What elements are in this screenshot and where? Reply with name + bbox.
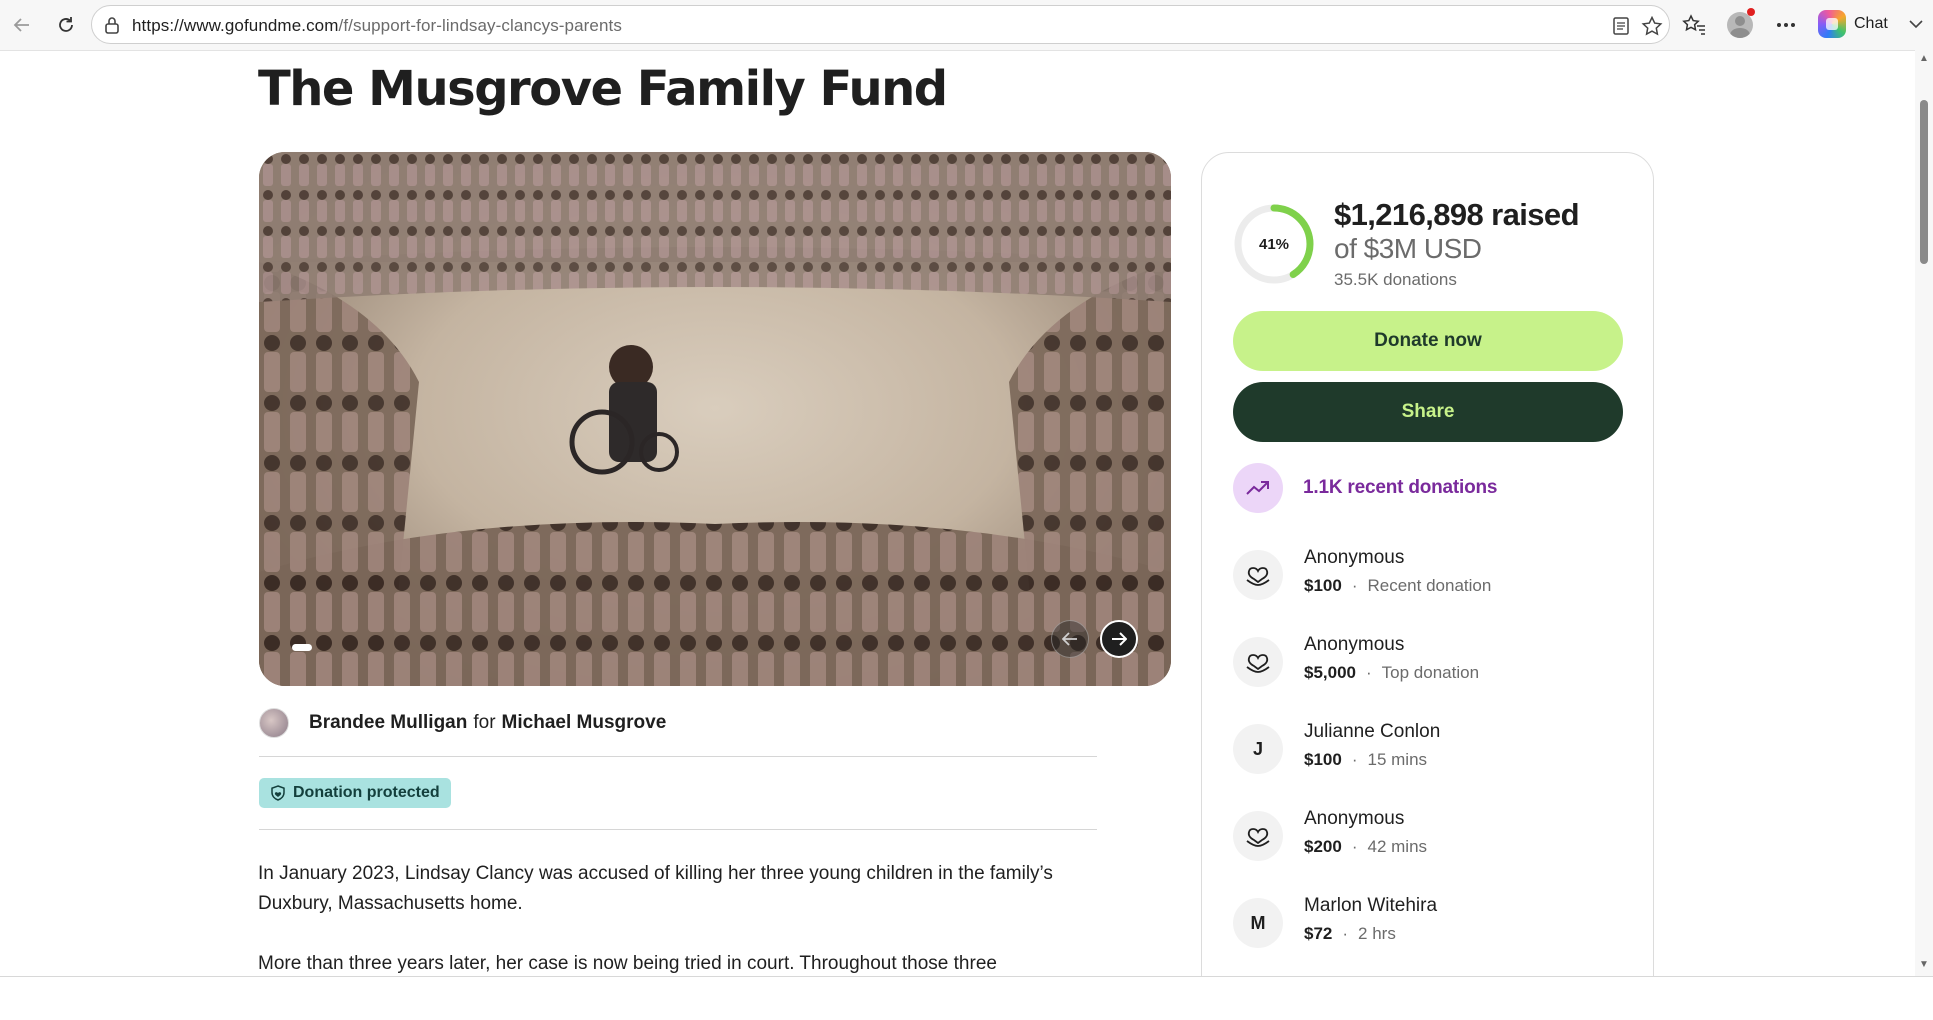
donation-heart-icon (1233, 550, 1283, 600)
reload-button[interactable] (53, 12, 79, 38)
arrow-left-icon (1062, 632, 1077, 646)
scroll-down-arrow[interactable]: ▼ (1918, 960, 1930, 970)
favorites-button[interactable] (1681, 12, 1707, 38)
donor-item: J Julianne Conlon $100 · 15 mins (1233, 721, 1633, 776)
donation-amount: $72 (1304, 924, 1333, 943)
browser-toolbar: https://www.gofundme.com/f/support-for-l… (0, 0, 1933, 50)
donor-name: Anonymous (1304, 808, 1405, 829)
scroll-thumb[interactable] (1920, 100, 1928, 264)
url-text[interactable]: https://www.gofundme.com/f/support-for-l… (132, 16, 622, 36)
donations-count: 35.5K donations (1334, 270, 1457, 289)
donation-card: 41% $1,216,898 raised of $3M USD 35.5K d… (1201, 152, 1654, 976)
story-paragraph: In January 2023, Lindsay Clancy was accu… (258, 863, 1053, 914)
donor-name: Anonymous (1304, 547, 1405, 568)
donor-item: Anonymous $5,000 · Top donation (1233, 634, 1633, 689)
donation-amount: $5,000 (1304, 663, 1356, 682)
donation-note: Top donation (1381, 663, 1480, 682)
donate-now-button[interactable]: Donate now (1233, 311, 1623, 371)
lock-icon[interactable] (104, 16, 120, 34)
donation-note: 42 mins (1367, 837, 1428, 856)
donation-amount: $100 (1304, 750, 1342, 769)
more-icon (1777, 23, 1795, 27)
recent-donations-link[interactable]: 1.1K recent donations (1233, 463, 1497, 513)
donor-initial-avatar: M (1233, 898, 1283, 948)
chat-label: Chat (1854, 15, 1888, 32)
reading-view-icon[interactable] (1610, 16, 1632, 36)
url-path: /f/support-for-lindsay-clancys-parents (338, 16, 622, 35)
star-icon[interactable] (1641, 16, 1663, 36)
story-paragraph: More than three years later, her case is… (258, 953, 997, 974)
campaign-story: In January 2023, Lindsay Clancy was accu… (258, 859, 1118, 976)
recent-donations-icon-wrap (1233, 463, 1283, 513)
favorites-icon (1682, 14, 1705, 35)
page-scrollbar[interactable]: ▲ ▼ (1915, 50, 1933, 976)
address-bar[interactable]: https://www.gofundme.com/f/support-for-l… (91, 5, 1670, 44)
organizer-avatar[interactable] (259, 708, 289, 738)
chevron-down-icon (1909, 20, 1923, 29)
donation-protected-badge[interactable]: Donation protected (259, 778, 451, 808)
donation-meta: $100 · 15 mins (1304, 750, 1428, 769)
back-button[interactable] (9, 12, 35, 38)
campaign-image-carousel[interactable] (259, 152, 1171, 686)
progress-percent: 41% (1258, 235, 1290, 253)
divider (259, 829, 1097, 830)
divider (259, 756, 1097, 757)
scroll-up-arrow[interactable]: ▲ (1918, 54, 1930, 64)
amount-raised: $1,216,898 raised (1334, 197, 1580, 232)
donor-name: Anonymous (1304, 634, 1405, 655)
donor-item: Anonymous $200 · 42 mins (1233, 808, 1633, 863)
organizer-line: Brandee Mulligan for Michael Musgrove (259, 707, 666, 739)
reload-icon (59, 17, 73, 32)
beneficiary-name[interactable]: Michael Musgrove (502, 712, 667, 734)
donor-item: Anonymous $100 · Recent donation (1233, 547, 1633, 602)
copilot-chat-button[interactable]: Chat (1818, 9, 1924, 39)
donation-note: 2 hrs (1358, 924, 1396, 943)
donor-initial-avatar: J (1233, 724, 1283, 774)
donation-protected-label: Donation protected (293, 784, 440, 801)
trending-up-icon (1246, 481, 1269, 495)
donation-amount: $200 (1304, 837, 1342, 856)
donor-item: M Marlon Witehira $72 · 2 hrs (1233, 895, 1633, 950)
page-title: The Musgrove Family Fund (258, 61, 948, 117)
donation-meta: $5,000 · Top donation (1304, 663, 1480, 682)
donation-meta: $200 · 42 mins (1304, 837, 1428, 856)
donation-amount: $100 (1304, 576, 1342, 595)
copilot-icon (1818, 10, 1846, 38)
carousel-indicator[interactable] (292, 644, 312, 651)
donation-meta: $72 · 2 hrs (1304, 924, 1396, 943)
donation-heart-icon (1233, 637, 1283, 687)
window-bottom (0, 976, 1933, 1020)
donation-note: 15 mins (1367, 750, 1428, 769)
share-button[interactable]: Share (1233, 382, 1623, 442)
organizer-name[interactable]: Brandee Mulligan (309, 712, 467, 734)
shield-icon (271, 785, 285, 801)
url-host: https://www.gofundme.com (132, 16, 339, 35)
carousel-prev-button[interactable] (1051, 620, 1089, 658)
for-label: for (473, 712, 496, 733)
donor-name: Julianne Conlon (1304, 721, 1441, 742)
campaign-image (259, 152, 1171, 686)
arrow-right-icon (1112, 632, 1127, 646)
notification-dot (1747, 8, 1755, 16)
more-button[interactable] (1773, 12, 1799, 38)
donation-meta: $100 · Recent donation (1304, 576, 1492, 595)
donation-note: Recent donation (1367, 576, 1492, 595)
page-content: The Musgrove Family Fund Brandee Mulliga… (0, 50, 1933, 976)
recent-donations-label: 1.1K recent donations (1303, 477, 1498, 498)
donation-heart-icon (1233, 811, 1283, 861)
goal-amount: of $3M USD (1334, 233, 1482, 264)
carousel-next-button[interactable] (1100, 620, 1138, 658)
back-arrow-icon (13, 18, 29, 32)
donor-name: Marlon Witehira (1304, 895, 1438, 916)
